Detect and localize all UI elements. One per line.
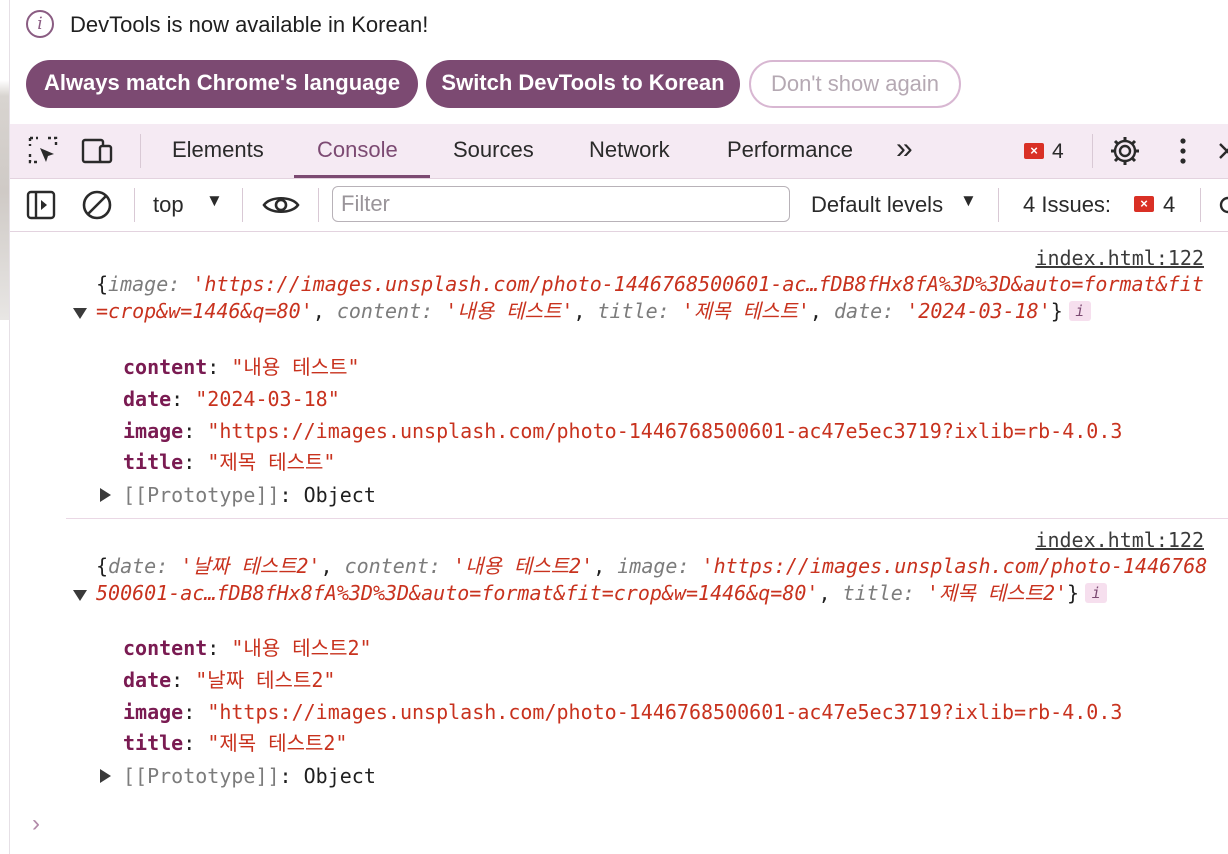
tab-console[interactable]: Console bbox=[317, 124, 398, 178]
language-banner: i DevTools is now available in Korean! A… bbox=[10, 0, 1228, 124]
toolbar-divider bbox=[134, 188, 135, 222]
object-info-badge[interactable]: i bbox=[1068, 301, 1091, 321]
error-icon[interactable]: × bbox=[1024, 143, 1044, 159]
active-tab-indicator bbox=[294, 175, 430, 178]
settings-gear-icon[interactable] bbox=[1108, 134, 1142, 168]
sidebar-toggle-icon[interactable] bbox=[24, 188, 58, 222]
filter-input[interactable] bbox=[332, 186, 790, 222]
log-levels-dropdown[interactable]: Default levels bbox=[811, 192, 943, 218]
toolbar-divider bbox=[1092, 134, 1093, 168]
issues-label[interactable]: 4 Issues: bbox=[1023, 192, 1111, 218]
object-property: date: "날짜 테스트2" bbox=[123, 668, 336, 692]
object-property: title: "제목 테스트" bbox=[123, 450, 336, 474]
tab-network[interactable]: Network bbox=[589, 124, 670, 178]
close-icon[interactable] bbox=[1216, 134, 1228, 168]
more-options-icon[interactable] bbox=[1166, 134, 1200, 168]
expand-arrow-icon[interactable] bbox=[100, 769, 111, 783]
more-tabs-icon[interactable]: » bbox=[896, 124, 913, 178]
main-toolbar: Elements Console Sources Network Perform… bbox=[10, 124, 1228, 179]
object-summary[interactable]: {date: '날짜 테스트2', content: '내용 테스트2', im… bbox=[96, 553, 1211, 607]
tab-elements[interactable]: Elements bbox=[172, 124, 264, 178]
toolbar-divider bbox=[998, 188, 999, 222]
always-match-language-button[interactable]: Always match Chrome's language bbox=[26, 60, 418, 108]
object-property: content: "내용 테스트2" bbox=[123, 636, 372, 660]
issues-error-icon[interactable]: × bbox=[1134, 196, 1154, 212]
console-settings-icon[interactable] bbox=[1218, 188, 1228, 222]
toolbar-divider bbox=[318, 188, 319, 222]
toolbar-divider bbox=[1200, 188, 1201, 222]
banner-message: DevTools is now available in Korean! bbox=[70, 12, 429, 37]
object-property: date: "2024-03-18" bbox=[123, 387, 340, 411]
object-property: image: "https://images.unsplash.com/phot… bbox=[123, 419, 1123, 443]
tab-performance[interactable]: Performance bbox=[727, 124, 853, 178]
info-icon: i bbox=[26, 10, 54, 38]
switch-to-korean-button[interactable]: Switch DevTools to Korean bbox=[426, 60, 740, 108]
error-count[interactable]: 4 bbox=[1052, 140, 1064, 164]
object-info-badge[interactable]: i bbox=[1085, 583, 1108, 603]
inspect-element-icon[interactable] bbox=[26, 134, 60, 168]
log-source-link[interactable]: index.html:122 bbox=[1035, 528, 1204, 552]
prototype-row[interactable]: [[Prototype]]: Object bbox=[123, 481, 376, 509]
object-property: content: "내용 테스트" bbox=[123, 355, 360, 379]
dont-show-again-button[interactable]: Don't show again bbox=[749, 60, 961, 108]
live-expression-eye-icon[interactable] bbox=[262, 188, 300, 222]
toolbar-divider bbox=[242, 188, 243, 222]
tab-sources[interactable]: Sources bbox=[453, 124, 534, 178]
collapse-arrow-icon[interactable] bbox=[73, 590, 87, 601]
toolbar-divider bbox=[140, 134, 141, 168]
object-property: title: "제목 테스트2" bbox=[123, 731, 348, 755]
chevron-down-icon[interactable]: ▼ bbox=[206, 191, 223, 211]
log-divider bbox=[66, 518, 1228, 519]
object-summary[interactable]: {image: 'https://images.unsplash.com/pho… bbox=[96, 271, 1211, 325]
console-prompt-icon[interactable]: › bbox=[32, 810, 40, 838]
collapse-arrow-icon[interactable] bbox=[73, 308, 87, 319]
issues-count[interactable]: 4 bbox=[1163, 192, 1175, 218]
context-selector[interactable]: top bbox=[153, 192, 184, 218]
log-source-link[interactable]: index.html:122 bbox=[1035, 246, 1204, 270]
device-toolbar-icon[interactable] bbox=[80, 134, 114, 168]
expand-arrow-icon[interactable] bbox=[100, 488, 111, 502]
prototype-row[interactable]: [[Prototype]]: Object bbox=[123, 762, 376, 790]
object-property: image: "https://images.unsplash.com/phot… bbox=[123, 700, 1123, 724]
chevron-down-icon[interactable]: ▼ bbox=[960, 191, 977, 211]
console-toolbar: top ▼ Default levels ▼ 4 Issues: × 4 bbox=[10, 179, 1228, 232]
page-edge bbox=[0, 0, 9, 320]
clear-console-icon[interactable] bbox=[80, 188, 114, 222]
